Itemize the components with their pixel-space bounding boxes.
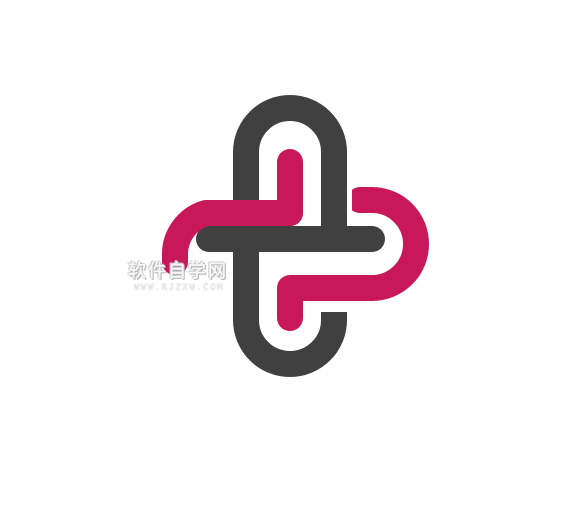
interlocked-cross-logo [162,95,429,377]
pink-loop-right-arc [277,187,429,331]
canvas: 软件自学网 WWW.RJZXW.COM [0,0,579,516]
